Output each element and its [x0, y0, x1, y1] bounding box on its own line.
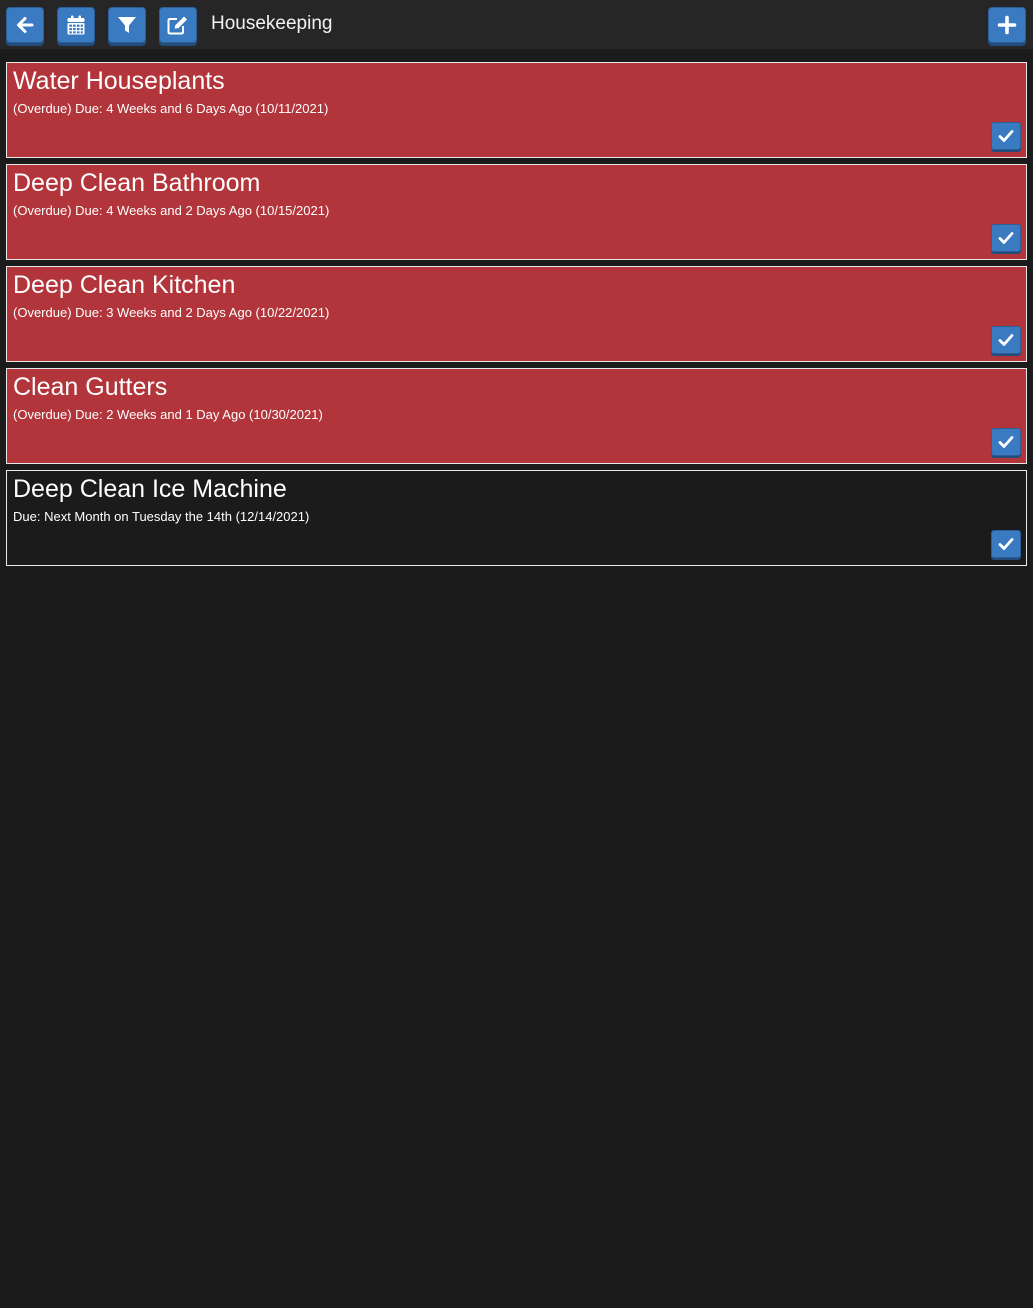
task-due-text: (Overdue) Due: 4 Weeks and 2 Days Ago (1…	[13, 203, 330, 218]
page-title: Housekeeping	[211, 13, 333, 34]
checkmark-icon	[998, 436, 1014, 448]
task-item[interactable]: Water Houseplants (Overdue) Due: 4 Weeks…	[6, 62, 1027, 158]
top-toolbar: Housekeeping	[0, 0, 1033, 50]
task-due-text: Due: Next Month on Tuesday the 14th (12/…	[13, 509, 310, 524]
task-title: Clean Gutters	[13, 373, 168, 401]
task-due-text: (Overdue) Due: 2 Weeks and 1 Day Ago (10…	[13, 407, 323, 422]
task-item[interactable]: Deep Clean Kitchen (Overdue) Due: 3 Week…	[6, 266, 1027, 362]
checkmark-icon	[998, 334, 1014, 346]
checkmark-icon	[998, 538, 1014, 550]
checkmark-icon	[998, 232, 1014, 244]
filter-button[interactable]	[108, 7, 146, 43]
edit-icon	[167, 16, 187, 35]
task-item[interactable]: Deep Clean Bathroom (Overdue) Due: 4 Wee…	[6, 164, 1027, 260]
complete-task-button[interactable]	[991, 530, 1021, 558]
add-button[interactable]	[988, 7, 1026, 43]
task-list: Water Houseplants (Overdue) Due: 4 Weeks…	[6, 62, 1027, 572]
plus-icon	[997, 15, 1017, 35]
calendar-icon	[67, 15, 85, 35]
task-title: Water Houseplants	[13, 67, 225, 95]
task-item[interactable]: Deep Clean Ice Machine Due: Next Month o…	[6, 470, 1027, 566]
back-button[interactable]	[6, 7, 44, 43]
filter-icon	[118, 17, 136, 33]
complete-task-button[interactable]	[991, 122, 1021, 150]
task-title: Deep Clean Ice Machine	[13, 475, 287, 503]
task-due-text: (Overdue) Due: 3 Weeks and 2 Days Ago (1…	[13, 305, 330, 320]
checkmark-icon	[998, 130, 1014, 142]
calendar-button[interactable]	[57, 7, 95, 43]
complete-task-button[interactable]	[991, 326, 1021, 354]
arrow-left-icon	[17, 17, 34, 33]
task-due-text: (Overdue) Due: 4 Weeks and 6 Days Ago (1…	[13, 101, 329, 116]
edit-button[interactable]	[159, 7, 197, 43]
task-title: Deep Clean Bathroom	[13, 169, 261, 197]
complete-task-button[interactable]	[991, 224, 1021, 252]
task-item[interactable]: Clean Gutters (Overdue) Due: 2 Weeks and…	[6, 368, 1027, 464]
complete-task-button[interactable]	[991, 428, 1021, 456]
task-title: Deep Clean Kitchen	[13, 271, 236, 299]
